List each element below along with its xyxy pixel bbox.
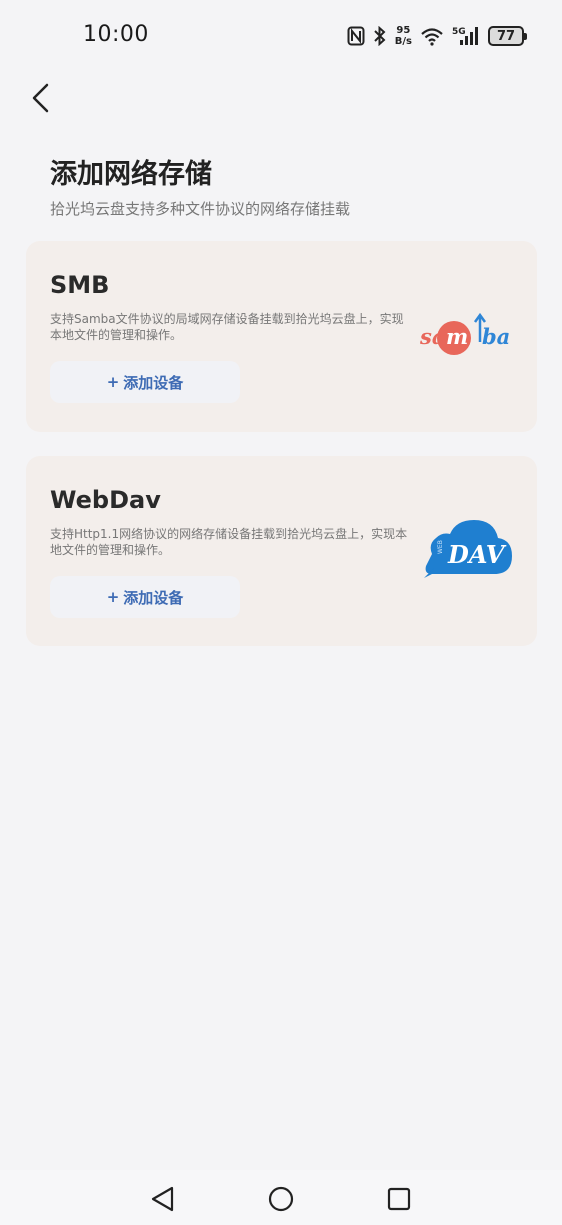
triangle-back-icon — [151, 1186, 174, 1212]
plus-icon: + — [106, 373, 120, 391]
page-title: 添加网络存储 — [50, 159, 212, 190]
webdav-logo: WEB DAV — [424, 520, 512, 578]
webdav-card: WebDav 支持Http1.1网络协议的网络存储设备挂载到拾光坞云盘上，实现本… — [26, 456, 537, 646]
card-title: SMB — [50, 271, 110, 299]
samba-logo: sa m ba — [419, 312, 510, 355]
chevron-left-icon — [32, 83, 49, 113]
nav-back-button[interactable] — [148, 1184, 178, 1214]
battery-icon: 77 — [488, 26, 527, 46]
signal-icon: 5G — [452, 25, 480, 47]
circle-home-icon — [268, 1186, 294, 1212]
battery-level: 77 — [496, 28, 516, 44]
network-speed-value: 95 — [396, 25, 411, 36]
page-subtitle: 拾光坞云盘支持多种文件协议的网络存储挂载 — [50, 200, 351, 218]
bluetooth-icon — [373, 26, 387, 46]
svg-text:ba: ba — [482, 324, 510, 349]
nav-home-button[interactable] — [266, 1184, 296, 1214]
back-button[interactable] — [22, 80, 58, 116]
svg-text:DAV: DAV — [447, 540, 507, 569]
add-device-label: 添加设备 — [123, 373, 184, 392]
add-smb-device-button[interactable]: + 添加设备 — [50, 361, 240, 403]
card-title: WebDav — [50, 486, 161, 514]
svg-text:sa: sa — [419, 324, 445, 349]
nfc-icon — [347, 26, 365, 46]
square-recent-icon — [387, 1187, 411, 1211]
wifi-icon — [420, 26, 444, 46]
card-description: 支持Samba文件协议的局域网存储设备挂载到拾光坞云盘上，实现本地文件的管理和操… — [50, 312, 404, 342]
status-time: 10:00 — [83, 22, 149, 47]
add-webdav-device-button[interactable]: + 添加设备 — [50, 576, 240, 618]
add-device-label: 添加设备 — [123, 588, 184, 607]
status-bar: 10:00 95 B/s 5G 77 — [0, 0, 562, 70]
card-description: 支持Http1.1网络协议的网络存储设备挂载到拾光坞云盘上，实现本地文件的管理和… — [50, 527, 408, 557]
nav-recent-apps-button[interactable] — [384, 1184, 414, 1214]
svg-text:WEB: WEB — [437, 540, 444, 554]
plus-icon: + — [106, 588, 120, 606]
svg-text:m: m — [446, 324, 468, 349]
network-type-label: 5G — [452, 27, 466, 37]
screen: 10:00 95 B/s 5G 77 添加网络存储 拾光坞云盘支持多种文件协议的… — [0, 0, 562, 1225]
system-navigation-bar — [0, 1170, 562, 1225]
smb-card: SMB 支持Samba文件协议的局域网存储设备挂载到拾光坞云盘上，实现本地文件的… — [26, 241, 537, 432]
network-speed-unit: B/s — [394, 36, 412, 47]
status-icons: 95 B/s 5G 77 — [347, 22, 527, 50]
network-speed: 95 B/s — [395, 25, 412, 47]
